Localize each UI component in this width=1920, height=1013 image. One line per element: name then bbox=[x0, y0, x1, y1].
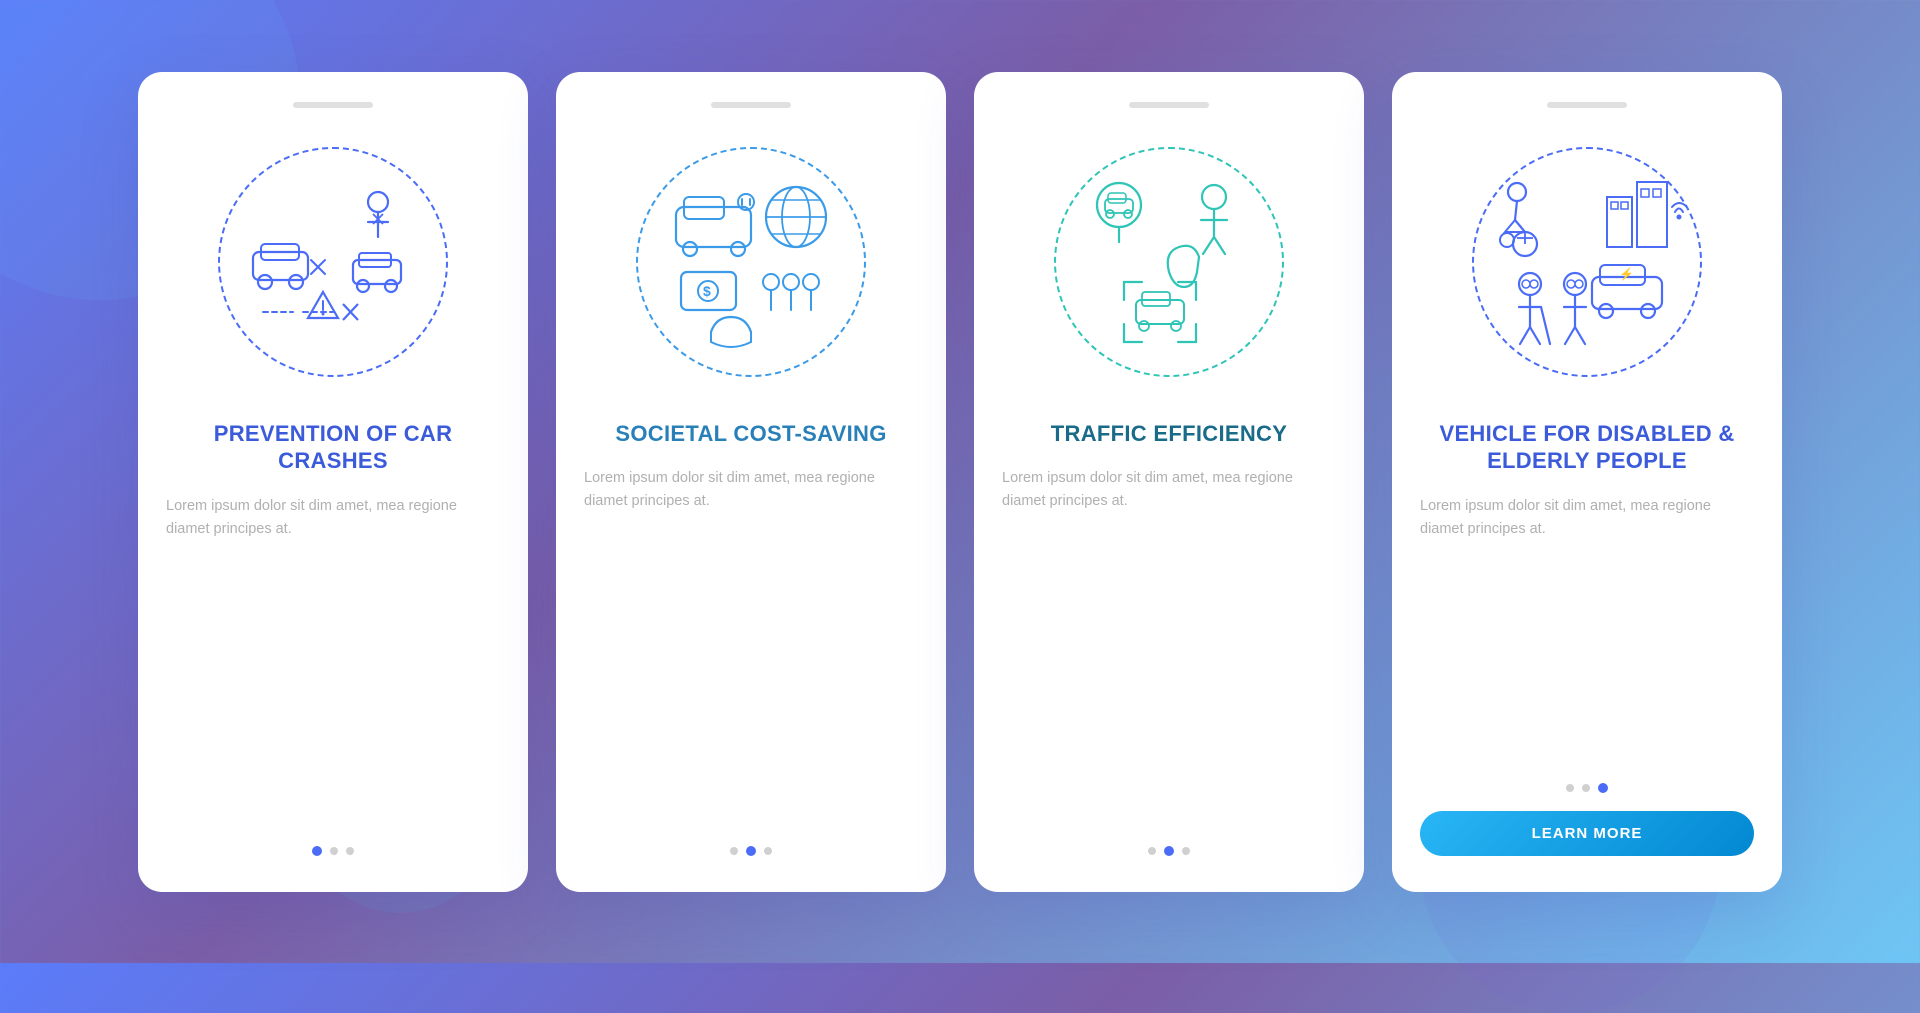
dots-cost bbox=[730, 826, 772, 856]
card-notch bbox=[711, 102, 791, 108]
card-prevention: PREVENTION OF CAR CRASHES Lorem ipsum do… bbox=[138, 72, 528, 892]
illustration-svg: $ bbox=[651, 162, 851, 362]
card-notch bbox=[1129, 102, 1209, 108]
dot-3 bbox=[1598, 783, 1608, 793]
dot-3 bbox=[346, 847, 354, 855]
card-description-cost: Lorem ipsum dolor sit dim amet, mea regi… bbox=[584, 467, 918, 513]
card-cost-saving: $ SOCIETAL COST-SAVING Lorem bbox=[556, 72, 946, 892]
dot-2 bbox=[746, 846, 756, 856]
dot-1 bbox=[1148, 847, 1156, 855]
dots-disabled bbox=[1566, 763, 1608, 793]
illustration-svg bbox=[1069, 162, 1269, 362]
card-notch bbox=[293, 102, 373, 108]
card-notch bbox=[1547, 102, 1627, 108]
card-title-prevention: PREVENTION OF CAR CRASHES bbox=[166, 420, 500, 475]
dots-prevention bbox=[312, 826, 354, 856]
dot-3 bbox=[1182, 847, 1190, 855]
dot-2 bbox=[330, 847, 338, 855]
illustration-traffic bbox=[1039, 132, 1299, 392]
card-description-disabled: Lorem ipsum dolor sit dim amet, mea regi… bbox=[1420, 495, 1754, 541]
illustration-svg bbox=[233, 162, 433, 362]
dot-1 bbox=[312, 846, 322, 856]
svg-text:⚡: ⚡ bbox=[1619, 267, 1634, 281]
dot-1 bbox=[730, 847, 738, 855]
card-description-prevention: Lorem ipsum dolor sit dim amet, mea regi… bbox=[166, 495, 500, 541]
cards-container: PREVENTION OF CAR CRASHES Lorem ipsum do… bbox=[98, 32, 1822, 932]
card-title-traffic: TRAFFIC EFFICIENCY bbox=[1051, 420, 1287, 448]
card-title-disabled: VEHICLE FOR DISABLED & ELDERLY PEOPLE bbox=[1420, 420, 1754, 475]
card-title-cost: SOCIETAL COST-SAVING bbox=[615, 420, 886, 448]
illustration-svg: ⚡ bbox=[1487, 162, 1687, 362]
illustration-cost: $ bbox=[621, 132, 881, 392]
card-disabled: ⚡ bbox=[1392, 72, 1782, 892]
dot-3 bbox=[764, 847, 772, 855]
dot-2 bbox=[1582, 784, 1590, 792]
card-description-traffic: Lorem ipsum dolor sit dim amet, mea regi… bbox=[1002, 467, 1336, 513]
dot-1 bbox=[1566, 784, 1574, 792]
card-traffic: TRAFFIC EFFICIENCY Lorem ipsum dolor sit… bbox=[974, 72, 1364, 892]
illustration-prevention bbox=[203, 132, 463, 392]
learn-more-button[interactable]: LEARN MORE bbox=[1420, 811, 1754, 856]
svg-text:$: $ bbox=[703, 283, 711, 299]
dot-2 bbox=[1164, 846, 1174, 856]
dots-traffic bbox=[1148, 826, 1190, 856]
illustration-disabled: ⚡ bbox=[1457, 132, 1717, 392]
